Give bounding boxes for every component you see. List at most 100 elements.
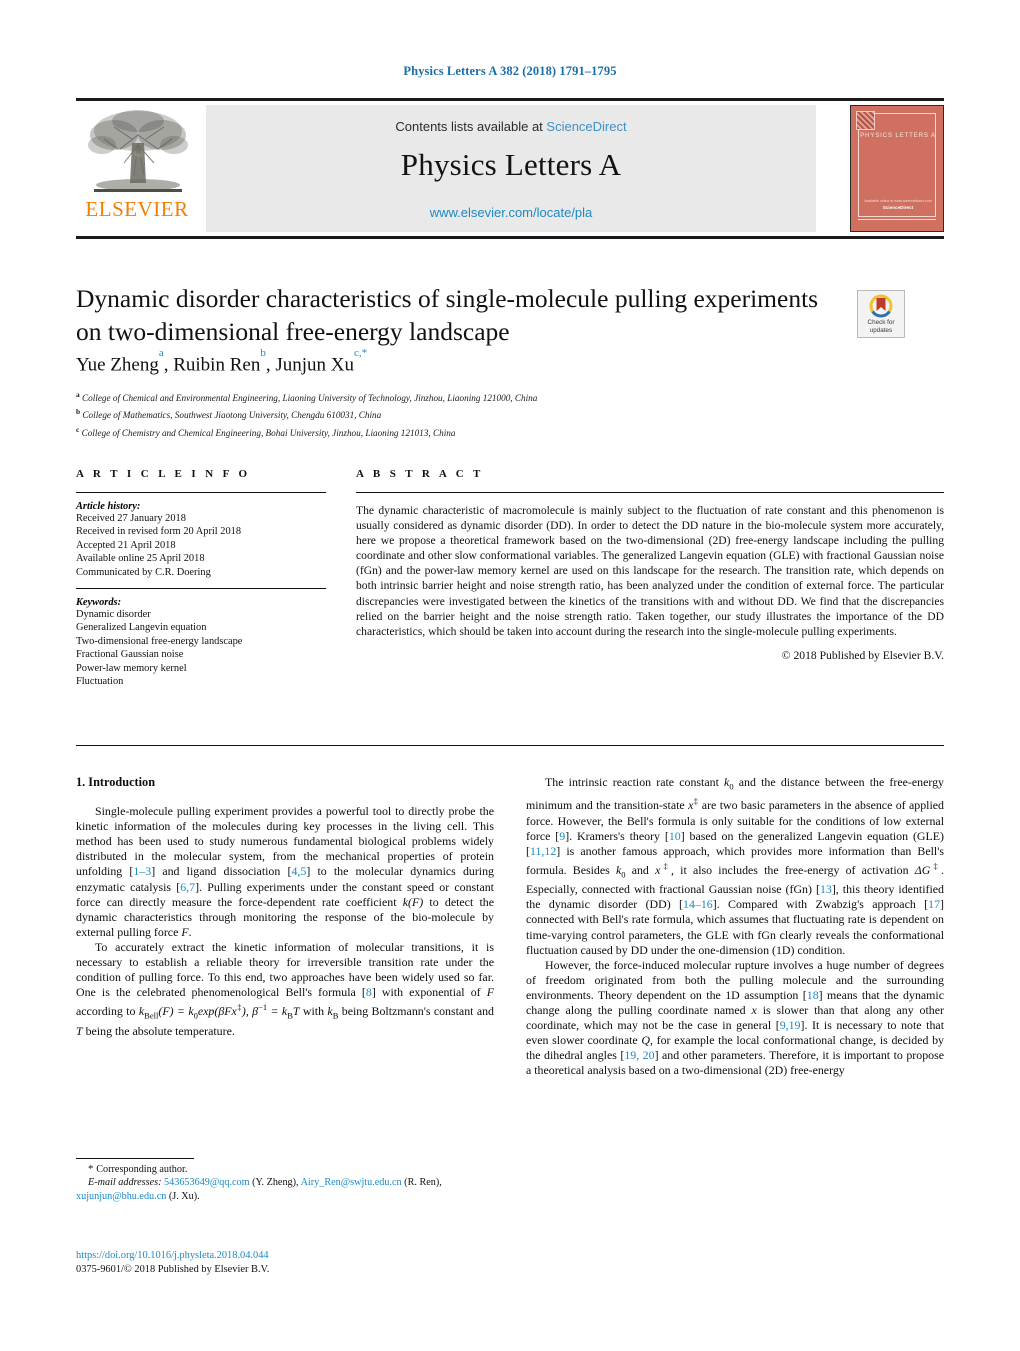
article-info-heading: A R T I C L E I N F O [76, 468, 251, 480]
body-paragraph: To accurately extract the kinetic inform… [76, 940, 494, 1039]
email-owner: (Y. Zheng), [249, 1177, 301, 1189]
cover-title: PHYSICS LETTERS A [860, 132, 936, 139]
inline-math: T [76, 1023, 83, 1038]
email-link[interactable]: 543653649@qq.com [164, 1177, 250, 1188]
body-column-right: The intrinsic reaction rate constant k0 … [526, 775, 944, 1078]
corresponding-author-text: Corresponding author. [96, 1164, 188, 1175]
inline-math: F [486, 985, 494, 1000]
inline-math: k(F) [402, 894, 424, 909]
footnote-block: * Corresponding author. E-mail addresses:… [76, 1163, 496, 1203]
contents-line: Contents lists available at ScienceDirec… [206, 119, 816, 134]
email-link[interactable]: xujunjun@bhu.edu.cn [76, 1191, 166, 1202]
inline-math: F [181, 924, 189, 939]
abstract-heading: A B S T R A C T [356, 468, 484, 480]
email-addresses-line: E-mail addresses: 543653649@qq.com (Y. Z… [76, 1176, 496, 1203]
email-owner: (R. Ren), [401, 1177, 442, 1189]
article-history-list: Received 27 January 2018 Received in revi… [76, 512, 326, 579]
corresponding-author-star: * [88, 1163, 97, 1175]
article-info-rule-mid [76, 588, 326, 590]
author-affiliation-mark: c,* [353, 347, 368, 360]
issn-copyright-line: 0375-9601/© 2018 Published by Elsevier B… [76, 1264, 270, 1275]
citation-link[interactable]: 18 [807, 988, 819, 1002]
inline-math: ΔG [914, 862, 931, 877]
author-list: Yue Zhenga, Ruibin Renb, Junjun Xuc,* [76, 347, 368, 376]
keyword-item: Fractional Gaussian noise [76, 649, 184, 661]
body-text: ]. Compared with Zwabzig's approach [ [712, 897, 929, 912]
inline-math: T [292, 1004, 300, 1019]
cover-rule [858, 219, 936, 220]
crossmark-line2: updates [869, 326, 893, 334]
citation-link[interactable]: 19, 20 [624, 1048, 654, 1062]
cover-foot-bold: ScienceDirect [882, 205, 914, 210]
keyword-item: Generalized Langevin equation [76, 622, 207, 634]
keyword-item: Power-law memory kernel [76, 662, 187, 674]
math-subscript: Bell [144, 1010, 159, 1021]
citation-link[interactable]: 4,5 [291, 864, 306, 878]
sciencedirect-link[interactable]: ScienceDirect [546, 119, 626, 134]
citation-link[interactable]: 14–16 [683, 897, 713, 911]
body-text: and [625, 862, 656, 877]
affiliation-mark: c [76, 424, 80, 434]
author-name: Yue Zheng [76, 354, 159, 376]
article-history-item: Received 27 January 2018 [76, 513, 186, 524]
abstract-column: A B S T R A C T The dynamic characterist… [356, 468, 944, 662]
affiliation-item: c College of Chemistry and Chemical Engi… [76, 424, 456, 438]
corresponding-author-line: * Corresponding author. [76, 1163, 496, 1176]
cover-foot-small: Available online at www.sciencedirect.co… [864, 199, 932, 203]
abstract-copyright: © 2018 Published by Elsevier B.V. [781, 648, 944, 662]
body-paragraph: Single-molecule pulling experiment provi… [76, 804, 494, 940]
body-paragraph: The intrinsic reaction rate constant k0 … [526, 775, 944, 958]
author-name: Ruibin Ren [173, 354, 261, 376]
affiliation-item: b College of Mathematics, Southwest Jiao… [76, 407, 382, 421]
body-separator-rule [76, 745, 944, 746]
crossmark-icon [869, 294, 893, 318]
keywords-list: Dynamic disorder Generalized Langevin equ… [76, 608, 326, 688]
doi-block: https://doi.org/10.1016/j.physleta.2018.… [76, 1249, 506, 1277]
affiliation-list: a College of Chemical and Environmental … [76, 388, 866, 440]
keyword-item: Dynamic disorder [76, 609, 151, 621]
body-text: being Boltzmann's constant and [338, 1004, 494, 1019]
affiliation-mark: b [76, 407, 81, 417]
left-paragraphs: Single-molecule pulling experiment provi… [76, 804, 494, 1039]
body-text: . [188, 924, 192, 939]
email-link[interactable]: Airy_Ren@swjtu.edu.cn [301, 1177, 402, 1188]
article-history-item: Received in revised form 20 April 2018 [76, 526, 242, 538]
keyword-item: Fluctuation [76, 676, 124, 688]
keyword-item: Two-dimensional free-energy landscape [76, 635, 243, 647]
crossmark-line1: Check for [867, 319, 895, 327]
masthead-center-band: Contents lists available at ScienceDirec… [206, 105, 816, 232]
body-text: ] and ligand dissociation [ [151, 864, 292, 879]
author-affiliation-mark: a [158, 347, 164, 360]
doi-link[interactable]: https://doi.org/10.1016/j.physleta.2018.… [76, 1249, 506, 1263]
affiliation-mark: a [76, 390, 80, 399]
article-history-item: Accepted 21 April 2018 [76, 539, 176, 551]
abstract-text: The dynamic characteristic of macromolec… [356, 504, 944, 638]
page-title: Dynamic disorder characteristics of sing… [76, 284, 819, 346]
abstract-rule [356, 492, 944, 493]
math-superscript: ‡ [930, 860, 941, 871]
citation-link[interactable]: 1–3 [133, 864, 151, 878]
running-head: Physics Letters A 382 (2018) 1791–1795 [403, 64, 617, 78]
right-paragraphs: The intrinsic reaction rate constant k0 … [526, 775, 944, 1078]
article-history-label: Article history: [76, 501, 141, 512]
body-text: being the absolute temperature. [82, 1023, 235, 1038]
email-owner: (J. Xu). [166, 1190, 200, 1202]
body-text: ] with exponential of [371, 985, 487, 1000]
inline-math: ), [241, 1004, 253, 1019]
paper-page: Physics Letters A 382 (2018) 1791–1795 E… [0, 0, 1020, 1351]
citation-link[interactable]: 17 [928, 897, 940, 911]
body-column-left: 1. Introduction Single-molecule pulling … [76, 775, 494, 1039]
article-history-item: Communicated by C.R. Doering [76, 566, 211, 578]
journal-url-link[interactable]: www.elsevier.com/locate/pla [206, 205, 816, 220]
citation-link[interactable]: 9,19 [780, 1018, 801, 1032]
elsevier-logo: ELSEVIER [76, 105, 198, 232]
citation-link[interactable]: 6,7 [180, 880, 195, 894]
citation-link[interactable]: 13 [820, 882, 832, 896]
citation-link[interactable]: 10 [669, 829, 681, 843]
inline-math: = k [267, 1004, 288, 1019]
crossmark-check-for-updates-badge[interactable]: Check for updates [857, 290, 905, 338]
journal-masthead: ELSEVIER Contents lists available at Sci… [76, 98, 944, 239]
inline-math: exp(βFx [197, 1004, 237, 1019]
elsevier-wordmark: ELSEVIER [85, 197, 189, 221]
citation-link[interactable]: 11,12 [530, 844, 556, 858]
